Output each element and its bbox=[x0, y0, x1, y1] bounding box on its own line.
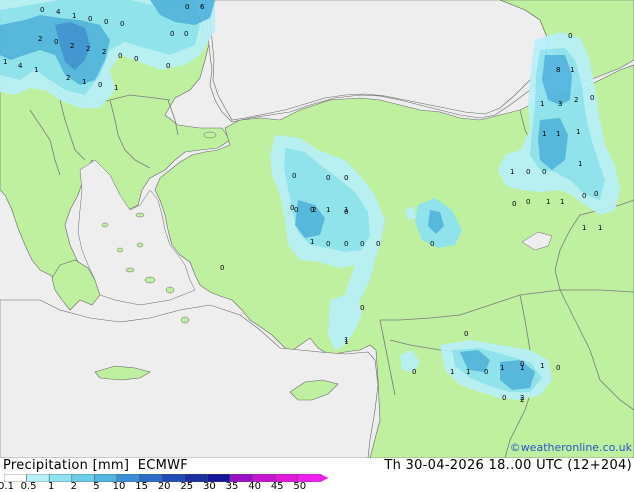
precip-point-label: 1 bbox=[310, 238, 314, 246]
precip-point-label: 1 bbox=[582, 224, 586, 232]
precip-point-label: 0 bbox=[526, 168, 530, 176]
precip-point-label: 0 bbox=[88, 15, 92, 23]
scale-tick-label: 0.1 bbox=[0, 481, 14, 492]
precip-point-label: 0 bbox=[344, 208, 348, 216]
precip-point-label: 0 bbox=[360, 304, 364, 312]
precip-point-label: 0 bbox=[556, 364, 560, 372]
scale-tick-label: 50 bbox=[293, 481, 307, 492]
precip-point-label: 0 bbox=[590, 94, 594, 102]
precip-point-label: 1 bbox=[510, 168, 514, 176]
precip-point-label: 1 bbox=[3, 58, 7, 66]
precip-point-label: 2 bbox=[38, 35, 42, 43]
precip-point-label: 0 bbox=[292, 172, 296, 180]
precip-point-label: 0 bbox=[344, 174, 348, 182]
precip-point-label: 1 bbox=[326, 206, 330, 214]
precip-point-label: 0 bbox=[220, 264, 224, 272]
scale-tick-label: 10 bbox=[112, 481, 126, 492]
credit-text[interactable]: ©weatheronline.co.uk bbox=[510, 441, 632, 454]
precip-point-label: 1 bbox=[540, 100, 544, 108]
map-canvas: 0 4 1 0 0 0 0 6 2 0 2 2 2 0 0 0 0 1 4 1 2 1 0 1 0 0 0 0 0 0 1 0 2 1 0 1 0 0 0 0… bbox=[0, 0, 634, 458]
scale-arrow bbox=[320, 474, 329, 482]
scale-tick-label: 40 bbox=[248, 481, 261, 492]
precip-point-label: 0 bbox=[464, 330, 468, 338]
precip-point-label: 2 bbox=[66, 74, 70, 82]
precip-point-label: 2 bbox=[520, 396, 524, 404]
scale-tick-label: 20 bbox=[157, 481, 171, 492]
legend-variable: Precipitation [mm] bbox=[3, 458, 130, 473]
precip-point-label: 3 bbox=[558, 100, 562, 108]
precip-point-label: 0 bbox=[542, 168, 546, 176]
precip-point-label: 1 bbox=[344, 338, 348, 346]
precip-point-label: 0 bbox=[40, 6, 44, 14]
precip-point-label: 2 bbox=[70, 42, 74, 50]
precip-point-label: 0 bbox=[170, 30, 174, 38]
precip-point-label: 1 bbox=[34, 66, 38, 74]
precip-point-label: 2 bbox=[102, 48, 106, 56]
precip-point-label: 0 bbox=[104, 18, 108, 26]
precip-point-label: 1 bbox=[466, 368, 470, 376]
precip-point-label: 1 bbox=[560, 198, 564, 206]
precip-point-label: 2 bbox=[86, 45, 90, 53]
precip-point-label: 0 bbox=[520, 360, 524, 368]
precip-point-label: 1 bbox=[540, 362, 544, 370]
precip-point-label: 0 bbox=[412, 368, 416, 376]
precip-point-label: 0 bbox=[134, 55, 138, 63]
precip-point-label: 4 bbox=[18, 62, 23, 70]
scale-tick-label: 15 bbox=[135, 481, 148, 492]
precip-point-label: 0 bbox=[118, 52, 122, 60]
precip-point-label: 0 bbox=[376, 240, 380, 248]
precip-point-label: 1 bbox=[598, 224, 602, 232]
scale-tick-label: 1 bbox=[48, 481, 55, 492]
precip-point-label: 0 bbox=[98, 81, 102, 89]
precip-point-label: 0 bbox=[326, 174, 330, 182]
precip-point-label: 0 bbox=[326, 240, 330, 248]
precip-point-label: 0 bbox=[54, 38, 58, 46]
scale-tick-label: 25 bbox=[180, 481, 194, 492]
precip-point-label: 0 bbox=[502, 394, 506, 402]
precip-point-label: 0 bbox=[594, 190, 598, 198]
precip-point-label: 1 bbox=[72, 12, 76, 20]
scale-tick-label: 5 bbox=[93, 481, 100, 492]
forecast-datetime: Th 30-04-2026 18..00 UTC (12+204) bbox=[384, 458, 632, 473]
forecast-map[interactable]: 0 4 1 0 0 0 0 6 2 0 2 2 2 0 0 0 0 1 4 1 2 1 0 1 0 0 0 0 0 0 1 0 2 1 0 1 0 0 0 0… bbox=[0, 0, 634, 458]
precip-point-label: 0 bbox=[120, 20, 124, 28]
precip-point-label: 8 bbox=[556, 66, 560, 74]
precip-point-label: 0 bbox=[185, 3, 189, 11]
precip-point-label: 1 bbox=[542, 130, 546, 138]
scale-tick-label: 2 bbox=[70, 481, 77, 492]
precip-point-label: 1 bbox=[450, 368, 454, 376]
precip-point-label: 1 bbox=[546, 198, 550, 206]
precip-point-label: 0 bbox=[344, 240, 348, 248]
scale-tick-label: 30 bbox=[203, 481, 216, 492]
precip-point-label: 0 bbox=[360, 240, 364, 248]
precip-point-label: 1 bbox=[556, 130, 560, 138]
precip-point-label: 1 bbox=[570, 66, 574, 74]
precip-point-label: 1 bbox=[114, 84, 118, 92]
scale-tick-label: 0.5 bbox=[20, 481, 37, 492]
precip-point-label: 0 bbox=[484, 368, 488, 376]
scale-tick-label: 45 bbox=[270, 481, 284, 492]
precip-point-label: 0 bbox=[166, 62, 170, 70]
precip-point-label: 0 bbox=[568, 32, 572, 40]
precip-point-label: 1 bbox=[576, 128, 580, 136]
precip-point-label: 1 bbox=[500, 364, 504, 372]
precip-point-label: 2 bbox=[574, 96, 578, 104]
precip-point-label: 0 bbox=[526, 198, 530, 206]
legend-title: Precipitation [mm] ECMWF bbox=[3, 458, 188, 473]
precip-point-label: 0 bbox=[512, 200, 516, 208]
legend-bar: ©weatheronline.co.uk Precipitation [mm] … bbox=[0, 441, 634, 492]
precip-point-label: 2 bbox=[312, 206, 316, 214]
precip-point-label: 0 bbox=[582, 192, 586, 200]
precip-point-label: 4 bbox=[56, 8, 61, 16]
precip-point-label: 0 bbox=[294, 206, 298, 214]
precip-point-label: 1 bbox=[82, 78, 86, 86]
precip-point-label: 6 bbox=[200, 3, 205, 11]
scale-tick-label: 35 bbox=[225, 481, 239, 492]
precip-point-label: 1 bbox=[578, 160, 582, 168]
legend-model: ECMWF bbox=[137, 458, 189, 473]
precip-point-label: 0 bbox=[184, 30, 188, 38]
precip-point-label: 0 bbox=[430, 240, 434, 248]
